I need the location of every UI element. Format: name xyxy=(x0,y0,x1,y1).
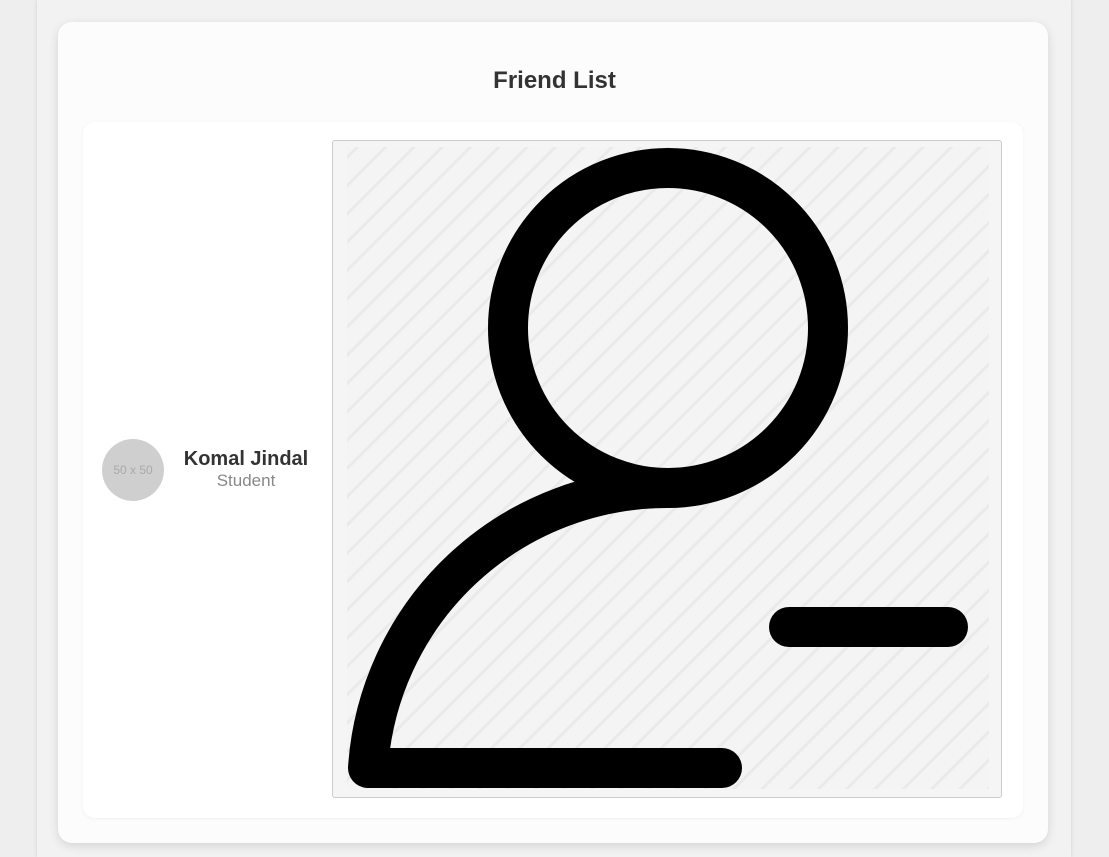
friend-role: Student xyxy=(216,471,276,490)
friend-name: Komal Jindal xyxy=(183,448,309,470)
avatar-placeholder-label: 50 x 50 xyxy=(113,463,153,477)
friend-info: Komal Jindal Student xyxy=(176,447,316,491)
avatar: 50 x 50 xyxy=(102,439,164,501)
remove-friend-button[interactable] xyxy=(332,140,1002,798)
page-title: Friend List xyxy=(493,67,616,94)
user-minus-icon xyxy=(347,147,989,789)
